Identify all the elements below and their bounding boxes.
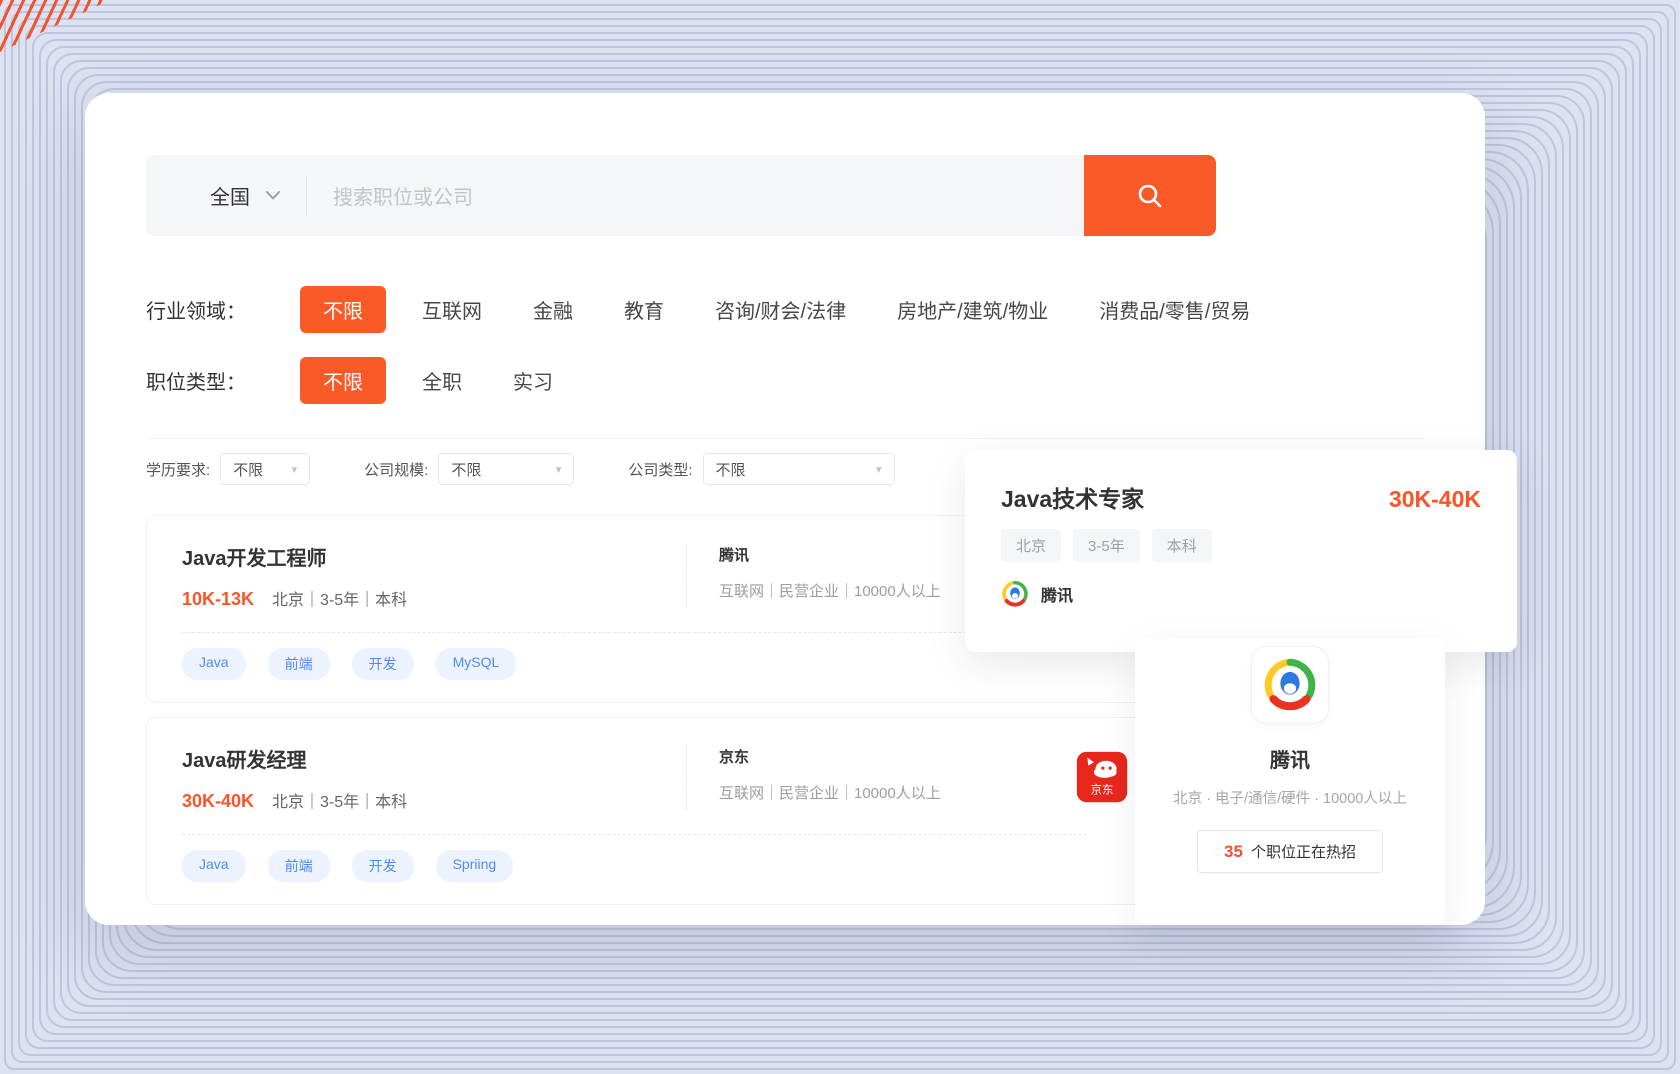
jobtype-filter-row: 职位类型： 不限 全职 实习 (146, 357, 1424, 404)
job-salary: 30K-40K (182, 791, 254, 812)
region-selector[interactable]: 全国 (210, 181, 280, 210)
jd-logo-icon: 京东 (1076, 751, 1128, 803)
company-size-select[interactable]: 不限 ▾ (438, 453, 574, 485)
company-size-select-value: 不限 (451, 459, 481, 480)
company-type-filter-group: 公司类型: 不限 ▾ (628, 453, 894, 485)
job-tag[interactable]: 前端 (268, 648, 330, 680)
job-tag[interactable]: Spriing (436, 850, 514, 882)
job-meta: 北京｜3-5年｜本科 (272, 788, 407, 812)
job-tag[interactable]: MySQL (436, 648, 517, 680)
job-tag[interactable]: 开发 (352, 850, 414, 882)
caret-down-icon: ▾ (292, 463, 298, 476)
company-size-filter-label: 公司规模: (364, 459, 428, 480)
popup-job-tag: 北京 (1001, 529, 1061, 562)
company-popup-name: 腾讯 (1135, 744, 1445, 773)
search-icon (1135, 181, 1165, 211)
company-type-select-value: 不限 (716, 459, 746, 480)
search-divider (306, 175, 307, 217)
company-type-select[interactable]: 不限 ▾ (703, 453, 895, 485)
popup-job-tag: 本科 (1152, 529, 1212, 562)
job-tag[interactable]: Java (182, 850, 246, 882)
popup-job-tag: 3-5年 (1073, 529, 1140, 562)
popup-company-name: 腾讯 (1041, 582, 1073, 606)
hot-jobs-count: 35 (1224, 842, 1243, 862)
company-popup-meta: 北京 · 电子/通信/硬件 · 10000人以上 (1135, 787, 1445, 808)
region-label: 全国 (210, 181, 250, 210)
education-select[interactable]: 不限 ▾ (220, 453, 310, 485)
filter-option-realestate[interactable]: 房地产/建筑/物业 (897, 295, 1048, 324)
main-panel: 全国 搜索职位或公司 行业领域： (85, 93, 1485, 925)
industry-filter-row: 行业领域： 不限 互联网 金融 教育 咨询/财会/法律 房地产/建筑/物业 消费… (146, 286, 1424, 333)
hot-jobs-button[interactable]: 35 个职位正在热招 (1197, 830, 1383, 873)
svg-text:京东: 京东 (1091, 782, 1114, 796)
company-size-filter-group: 公司规模: 不限 ▾ (364, 453, 574, 485)
filter-option-jobtype-any[interactable]: 不限 (300, 357, 386, 404)
company-logo (1251, 646, 1329, 724)
filter-option-finance[interactable]: 金融 (533, 295, 573, 324)
company-name: 腾讯 (719, 544, 941, 565)
filter-option-intern[interactable]: 实习 (513, 366, 553, 395)
filter-option-consumer[interactable]: 消费品/零售/贸易 (1099, 295, 1250, 324)
caret-down-icon: ▾ (876, 463, 882, 476)
job-salary: 10K-13K (182, 589, 254, 610)
popup-job-title: Java技术专家 (1001, 480, 1144, 514)
page-background: 全国 搜索职位或公司 行业领域： (0, 0, 1680, 1074)
job-title: Java研发经理 (182, 744, 686, 773)
filter-option-consulting[interactable]: 咨询/财会/法律 (715, 295, 846, 324)
education-filter-label: 学历要求: (146, 459, 210, 480)
company-popup[interactable]: 腾讯 北京 · 电子/通信/硬件 · 10000人以上 35 个职位正在热招 (1135, 638, 1445, 925)
job-meta: 北京｜3-5年｜本科 (272, 586, 407, 610)
job-tag[interactable]: Java (182, 648, 246, 680)
job-detail-popup[interactable]: Java技术专家 30K-40K 北京 3-5年 本科 腾讯 (965, 450, 1517, 652)
chevron-down-icon (266, 191, 280, 200)
filter-option-industry-any[interactable]: 不限 (300, 286, 386, 333)
company-meta: 互联网｜民营企业｜10000人以上 (719, 580, 941, 601)
search-placeholder: 搜索职位或公司 (333, 181, 473, 210)
education-filter-group: 学历要求: 不限 ▾ (146, 453, 310, 485)
job-tag[interactable]: 开发 (352, 648, 414, 680)
filter-option-fulltime[interactable]: 全职 (422, 366, 462, 395)
popup-job-salary: 30K-40K (1389, 486, 1481, 513)
hot-jobs-label: 个职位正在热招 (1251, 841, 1356, 862)
filter-option-internet[interactable]: 互联网 (422, 295, 482, 324)
company-type-filter-label: 公司类型: (628, 459, 692, 480)
education-select-value: 不限 (233, 459, 263, 480)
qq-icon (1262, 657, 1318, 713)
jobtype-filter-label: 职位类型： (146, 366, 300, 395)
industry-filter-label: 行业领域： (146, 295, 300, 324)
job-tag[interactable]: 前端 (268, 850, 330, 882)
card-dashed-divider (182, 834, 1087, 835)
job-title: Java开发工程师 (182, 542, 686, 571)
search-button[interactable] (1084, 155, 1216, 236)
search-input[interactable]: 全国 搜索职位或公司 (146, 155, 1084, 236)
company-name: 京东 (719, 746, 941, 767)
section-divider (146, 438, 1424, 439)
card-dashed-divider (182, 632, 1087, 633)
search-section: 全国 搜索职位或公司 (146, 155, 1216, 236)
company-meta: 互联网｜民营企业｜10000人以上 (719, 782, 941, 803)
filter-option-education[interactable]: 教育 (624, 295, 664, 324)
caret-down-icon: ▾ (556, 463, 562, 476)
qq-icon (1001, 580, 1029, 608)
